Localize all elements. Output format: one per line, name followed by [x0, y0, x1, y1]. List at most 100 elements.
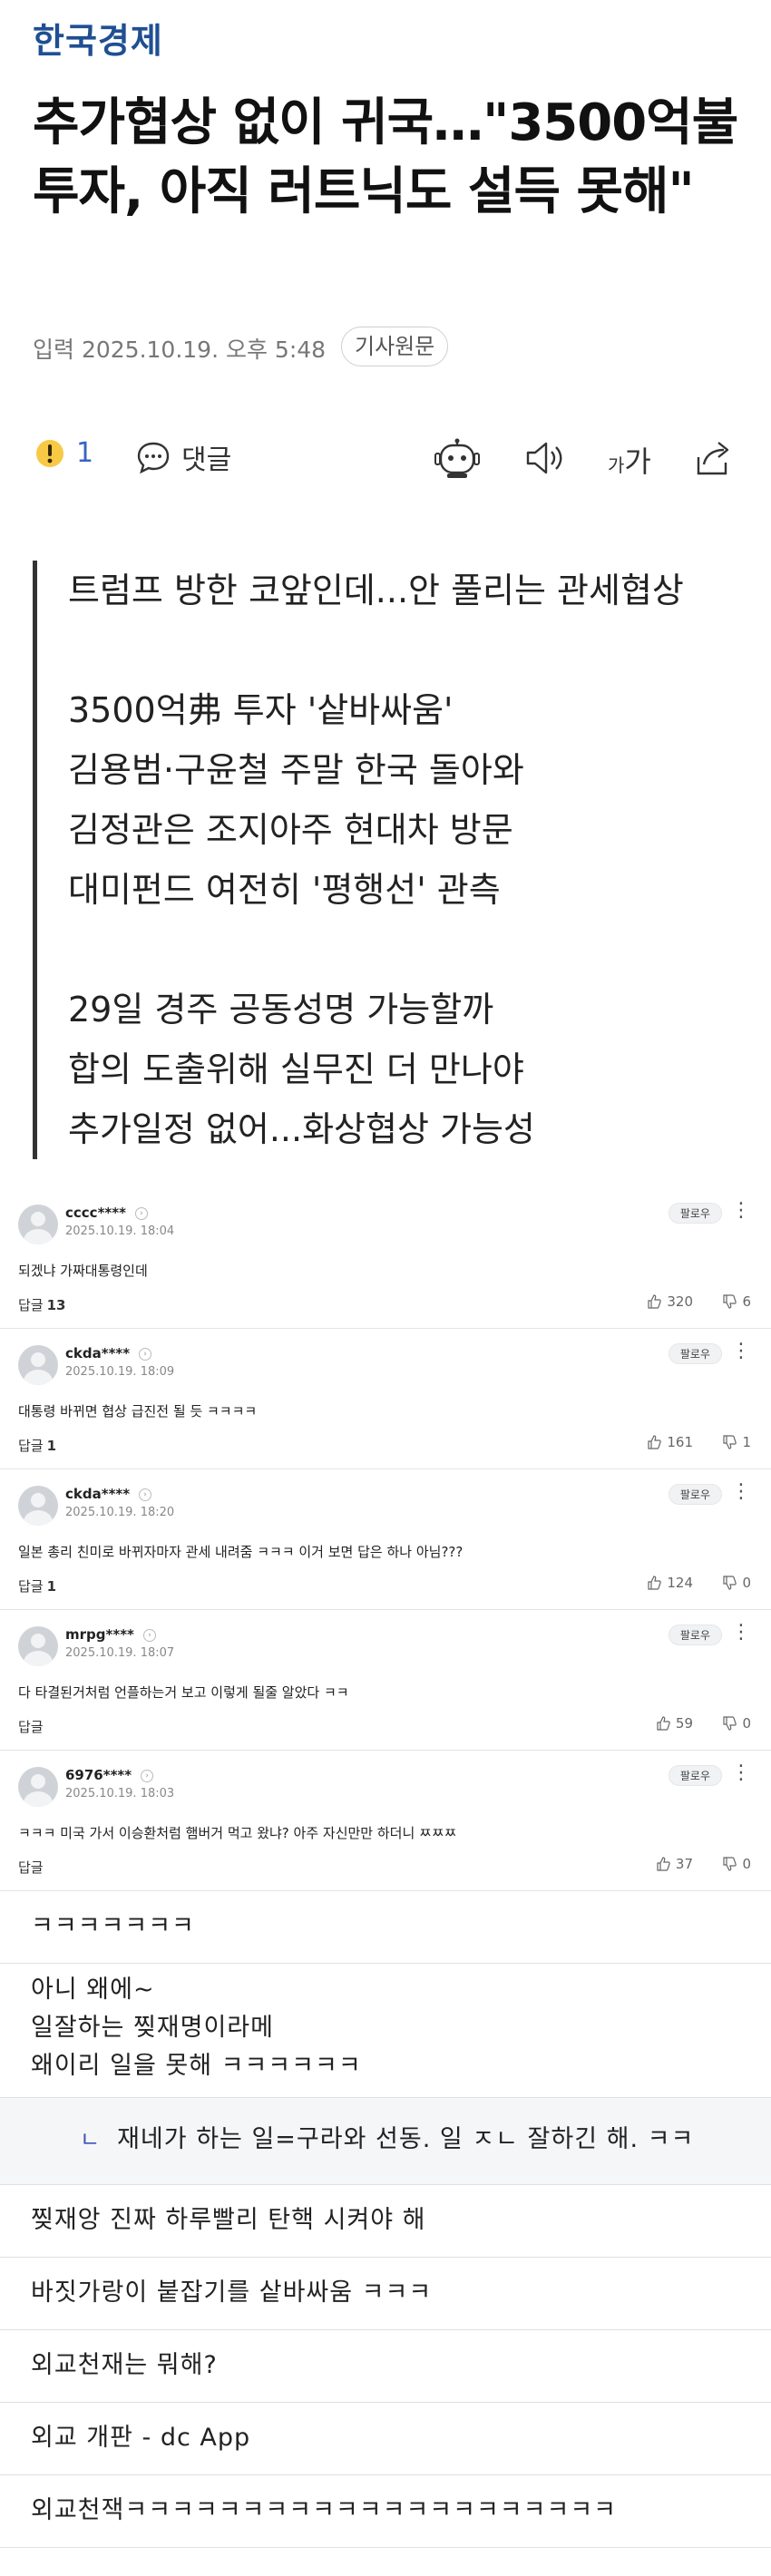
reply-button[interactable]: 답글: [18, 1858, 47, 1877]
more-options-icon[interactable]: ⋮: [731, 1340, 751, 1362]
share-icon: [697, 442, 729, 475]
comment-item: ckda**** › 2025.10.19. 18:20 팔로우 ⋮ 일본 총리 …: [0, 1469, 771, 1610]
reaction-button[interactable]: 1: [34, 437, 93, 469]
like-button[interactable]: 59: [656, 1715, 693, 1732]
comment-user[interactable]: 6976**** ›: [65, 1767, 154, 1783]
post-text: 외교 개판 - dc App: [31, 2424, 251, 2452]
more-options-icon[interactable]: ⋮: [731, 1621, 751, 1644]
avatar[interactable]: [18, 1205, 58, 1244]
comment-user[interactable]: ckda**** ›: [65, 1345, 152, 1361]
post-item[interactable]: 찢재앙 진짜 하루빨리 탄핵 시켜야 해: [0, 2185, 771, 2258]
thumbs-down-icon: [723, 1857, 737, 1871]
dislike-button[interactable]: 0: [722, 1715, 751, 1732]
speaker-icon: [526, 442, 562, 474]
thumbs-up-icon: [657, 1716, 670, 1731]
follow-button[interactable]: 팔로우: [668, 1343, 722, 1364]
summary-line: 대미펀드 여전히 '평행선' 관측: [68, 870, 501, 910]
post-item[interactable]: 아니 왜에~ 일잘하는 찢재명이라메 왜이리 일을 못해 ㅋㅋㅋㅋㅋㅋ: [0, 1964, 771, 2098]
article-action-bar: 1 댓글 가가: [0, 426, 771, 490]
post-item[interactable]: 외교 개판 - dc App: [0, 2403, 771, 2475]
like-button[interactable]: 161: [647, 1434, 693, 1450]
post-item[interactable]: ㅋㅋㅋㅋㅋㅋㅋ: [0, 1891, 771, 1964]
reaction-count: 1: [76, 437, 94, 469]
follow-button[interactable]: 팔로우: [668, 1625, 722, 1645]
summary-gap: [68, 920, 740, 980]
article-dateline: 입력 2025.10.19. 오후 5:48: [33, 337, 327, 363]
avatar[interactable]: [18, 1767, 58, 1807]
dislike-button[interactable]: 1: [722, 1434, 751, 1450]
comment-user[interactable]: ckda**** ›: [65, 1486, 152, 1502]
post-text: 외교천재는 뭐해?: [31, 2351, 218, 2379]
reply-button[interactable]: 답글 13: [18, 1295, 65, 1314]
chevron-right-icon[interactable]: ›: [141, 1769, 154, 1782]
reply-button[interactable]: 답글 1: [18, 1576, 56, 1595]
post-text: 바짓가랑이 붙잡기를 샅바싸움 ㅋㅋㅋ: [31, 2278, 433, 2307]
comment-user[interactable]: cccc**** ›: [65, 1205, 148, 1221]
chevron-right-icon[interactable]: ›: [142, 1628, 156, 1642]
speaker-button[interactable]: [524, 437, 566, 483]
chevron-right-icon[interactable]: ›: [134, 1206, 148, 1220]
reply-arrow-icon: ㄴ: [80, 2127, 102, 2152]
avatar[interactable]: [18, 1345, 58, 1385]
font-size-big-label: 가: [624, 444, 651, 479]
community-post-list: ㅋㅋㅋㅋㅋㅋㅋ 아니 왜에~ 일잘하는 찢재명이라메 왜이리 일을 못해 ㅋㅋㅋ…: [0, 1891, 771, 2548]
post-text: ㅋㅋㅋㅋㅋㅋㅋ: [31, 1912, 195, 1940]
thumbs-down-icon: [723, 1294, 737, 1309]
more-options-icon[interactable]: ⋮: [731, 1761, 751, 1784]
more-options-icon[interactable]: ⋮: [731, 1199, 751, 1222]
brand-logo[interactable]: 한국경제: [33, 13, 163, 63]
chevron-right-icon[interactable]: ›: [139, 1488, 152, 1501]
comment-list: cccc**** › 2025.10.19. 18:04 팔로우 ⋮ 되겠냐 가짜…: [0, 1188, 771, 1891]
summary-line: 합의 도출위해 실무진 더 만나야: [68, 1049, 524, 1089]
thumbs-down-icon: [723, 1716, 737, 1731]
comment-button[interactable]: 댓글: [136, 437, 231, 477]
avatar[interactable]: [18, 1626, 58, 1666]
exclaim-emoji-icon: [36, 439, 63, 467]
dislike-button[interactable]: 6: [722, 1293, 751, 1310]
post-text: 아니 왜에~: [31, 1976, 155, 2004]
like-button[interactable]: 124: [647, 1575, 693, 1591]
chevron-right-icon[interactable]: ›: [139, 1347, 152, 1361]
share-button[interactable]: [691, 437, 733, 483]
robot-icon: [434, 438, 480, 478]
dislike-button[interactable]: 0: [722, 1856, 751, 1872]
summary-line: 트럼프 방한 코앞인데...안 풀리는 관세협상: [68, 571, 684, 610]
post-text: 재네가 하는 일=구라와 선동. 일 ㅈㄴ 잘하긴 해. ㅋㅋ: [117, 2125, 695, 2153]
comment-user[interactable]: mrpg**** ›: [65, 1626, 156, 1643]
avatar[interactable]: [18, 1486, 58, 1526]
thumbs-up-icon: [657, 1857, 670, 1871]
post-text: 찢재앙 진짜 하루빨리 탄핵 시켜야 해: [31, 2206, 426, 2234]
follow-button[interactable]: 팔로우: [668, 1484, 722, 1505]
like-button[interactable]: 37: [656, 1856, 693, 1872]
follow-button[interactable]: 팔로우: [668, 1203, 722, 1224]
comment-text: 다 타결된거처럼 언플하는거 보고 이렇게 될줄 알았다 ㅋㅋ: [18, 1684, 349, 1701]
comment-bubble-icon: [137, 442, 170, 474]
font-size-button[interactable]: 가가: [608, 439, 651, 481]
thumbs-up-icon: [648, 1576, 662, 1590]
original-article-button[interactable]: 기사원문: [341, 327, 449, 366]
thumbs-up-icon: [648, 1294, 662, 1309]
comment-text: 대통령 바뀌면 협상 급진전 될 듯 ㅋㅋㅋㅋ: [18, 1403, 258, 1420]
dislike-button[interactable]: 0: [722, 1575, 751, 1591]
like-button[interactable]: 320: [647, 1293, 693, 1310]
reply-button[interactable]: 답글 1: [18, 1436, 56, 1455]
comment-time: 2025.10.19. 18:20: [65, 1506, 175, 1519]
post-item[interactable]: 바짓가랑이 붙잡기를 샅바싸움 ㅋㅋㅋ: [0, 2258, 771, 2330]
comment-label: 댓글: [181, 444, 232, 476]
follow-button[interactable]: 팔로우: [668, 1765, 722, 1786]
article-summary: 트럼프 방한 코앞인데...안 풀리는 관세협상 3500억弗 투자 '샅바싸움…: [33, 561, 740, 1159]
article-headline: 추가협상 없이 귀국…"3500억불 투자, 아직 러트닉도 설득 못해": [33, 93, 738, 221]
post-text: 외교천잭ㅋㅋㅋㅋㅋㅋㅋㅋㅋㅋㅋㅋㅋㅋㅋㅋㅋㅋㅋㅋㅋ: [31, 2496, 617, 2524]
more-options-icon[interactable]: ⋮: [731, 1480, 751, 1503]
summary-line: 추가일정 없어...화상협상 가능성: [68, 1109, 535, 1149]
font-size-small-label: 가: [608, 454, 625, 476]
comment-item: ckda**** › 2025.10.19. 18:09 팔로우 ⋮ 대통령 바뀌…: [0, 1329, 771, 1469]
reply-button[interactable]: 답글: [18, 1717, 47, 1736]
post-item[interactable]: 외교천잭ㅋㅋㅋㅋㅋㅋㅋㅋㅋㅋㅋㅋㅋㅋㅋㅋㅋㅋㅋㅋㅋ: [0, 2475, 771, 2548]
comment-time: 2025.10.19. 18:03: [65, 1787, 175, 1800]
post-item[interactable]: 외교천재는 뭐해?: [0, 2330, 771, 2403]
post-reply-item[interactable]: ㄴ 재네가 하는 일=구라와 선동. 일 ㅈㄴ 잘하긴 해. ㅋㅋ: [0, 2098, 771, 2185]
robot-button[interactable]: [434, 437, 481, 483]
summary-line: 29일 경주 공동성명 가능할까: [68, 990, 494, 1029]
thumbs-down-icon: [723, 1435, 737, 1449]
